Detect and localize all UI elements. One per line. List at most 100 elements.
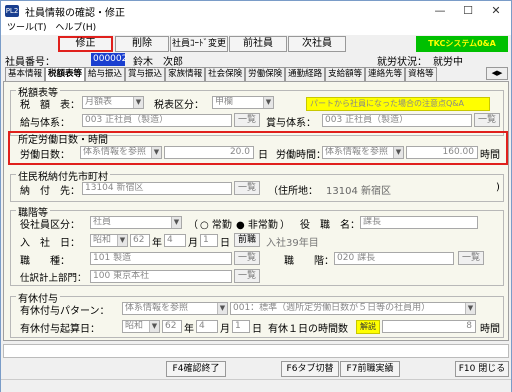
menu-help[interactable]: ヘルプ(H) (55, 21, 96, 35)
change-code-button[interactable]: 社員ｺｰﾄﾞ変更 (170, 36, 228, 52)
modify-button[interactable]: 修正 (58, 36, 113, 52)
tab-7[interactable]: 通勤経路 (285, 67, 326, 81)
previous-job-button[interactable]: 前職 (234, 233, 260, 247)
employment-paren-close: ） (280, 220, 290, 231)
department-field[interactable]: 100 東京本社 (90, 270, 232, 283)
join-month-unit: 月 (188, 238, 198, 249)
tab-2[interactable]: 給与振込 (85, 67, 126, 81)
f6-tab-switch-button[interactable]: F6タブ切替 (281, 361, 339, 377)
join-years-note: 入社39年目 (266, 238, 319, 249)
full-time-radio[interactable]: ○ 常勤 (200, 216, 232, 231)
join-year-field[interactable]: 62 (130, 234, 150, 247)
job-type-list-button[interactable]: 一覧 (234, 251, 260, 265)
brand-logo: TKCシステム0&A (416, 36, 508, 52)
salary-system-label: 給与体系： (20, 118, 70, 129)
join-day-field[interactable]: 1 (200, 234, 218, 247)
leave-hours-field[interactable]: 8 (382, 320, 476, 333)
bonus-system-field[interactable]: 003 正社員（製造） (322, 114, 472, 127)
resident-tax-title: 住民税納付先市町村 (16, 168, 110, 183)
tab-1[interactable]: 税額表等 (45, 67, 86, 81)
employee-number: 000002 (91, 53, 128, 66)
tab-scroll-arrows[interactable]: ◀▶ (486, 67, 508, 80)
join-date-label: 入 社 日： (20, 238, 80, 249)
tax-class-label: 税表区分： (154, 100, 204, 111)
leave-hours-label: 有休１日の時間数 (268, 324, 348, 335)
menu-bar: ツール(T) ヘルプ(H) (1, 21, 511, 35)
payee-label: 納 付 先： (20, 186, 80, 197)
rank-label: 職 階： (284, 256, 334, 267)
payee-field[interactable]: 13104 新宿区 (82, 182, 232, 195)
leave-year-unit: 年 (184, 324, 194, 335)
position-title-label: 役 職 名： (300, 220, 360, 231)
work-days-label: 労働日数： (20, 150, 70, 161)
tab-6[interactable]: 労働保険 (245, 67, 286, 81)
leave-month-unit: 月 (220, 324, 230, 335)
work-hours-source-select[interactable]: 体系情報を参照 ▼ (322, 146, 404, 159)
work-days-source-select[interactable]: 体系情報を参照 ▼ (80, 146, 162, 159)
f7-previous-job-button[interactable]: F7前職実績 (340, 361, 400, 377)
position-title-field[interactable]: 課長 (360, 216, 478, 229)
tab-9[interactable]: 連絡先等 (365, 67, 406, 81)
app-icon: PL2 (5, 5, 19, 17)
join-era-select[interactable]: 昭和 ▼ (90, 234, 128, 247)
part-to-employee-note-link[interactable]: パートから社員になった場合の注意点Q&A (306, 97, 490, 111)
tab-8[interactable]: 支給額等 (325, 67, 366, 81)
work-hours-unit: 時間 (480, 150, 500, 161)
minimize-button[interactable]: — (426, 1, 454, 21)
job-type-field[interactable]: 101 製造 (90, 252, 232, 265)
tab-panel: 税額表等 税 額 表： 月額表 ▼ 税表区分： 甲欄 ▼ パートから社員になった場合… (3, 81, 509, 341)
tax-table-select[interactable]: 月額表 ▼ (82, 96, 144, 109)
employment-paren-open: （ (188, 220, 198, 231)
address-close-paren: ) (496, 182, 500, 193)
tab-3[interactable]: 賞与振込 (125, 67, 166, 81)
explain-button[interactable]: 解説 (356, 320, 380, 334)
tab-0[interactable]: 基本情報 (5, 67, 46, 81)
bottom-bar (1, 379, 511, 392)
leave-pattern-label: 有休付与パターン： (20, 306, 110, 317)
menu-tool[interactable]: ツール(T) (7, 21, 47, 35)
officer-class-label: 役社員区分： (20, 220, 80, 231)
rank-list-button[interactable]: 一覧 (458, 251, 484, 265)
tab-10[interactable]: 資格等 (405, 67, 437, 81)
job-type-label: 職 種： (20, 256, 70, 267)
leave-year-field[interactable]: 62 (162, 320, 182, 333)
tab-strip: 基本情報 税額表等 給与振込 賞与振込 家族情報 社会保険 労働保険 通勤経路 支給額等 連絡先等… (5, 67, 437, 81)
prev-employee-button[interactable]: 前社員 (229, 36, 287, 52)
window-title: 社員情報の確認・修正 (25, 7, 125, 19)
salary-list-button[interactable]: 一覧 (234, 113, 260, 127)
join-year-unit: 年 (152, 238, 162, 249)
join-day-unit: 日 (220, 238, 230, 249)
next-employee-button[interactable]: 次社員 (288, 36, 346, 52)
close-window-button[interactable]: ✕ (482, 1, 510, 21)
tax-class-select[interactable]: 甲欄 ▼ (212, 96, 274, 109)
leave-pattern-select[interactable]: 001：標準（週所定労働日数が５日等の社員用） ▼ (230, 302, 476, 315)
leave-day-field[interactable]: 1 (232, 320, 250, 333)
maximize-button[interactable]: ☐ (454, 1, 482, 21)
salary-system-field[interactable]: 003 正社員（製造） (82, 114, 232, 127)
bonus-list-button[interactable]: 一覧 (474, 113, 500, 127)
bonus-system-label: 賞与体系： (266, 118, 316, 129)
officer-class-select[interactable]: 社員 ▼ (90, 216, 182, 229)
app-window: PL2 社員情報の確認・修正 — ☐ ✕ ツール(T) ヘルプ(H) 修正 削除… (0, 0, 512, 392)
status-line (3, 344, 509, 358)
tab-4[interactable]: 家族情報 (165, 67, 206, 81)
f4-confirm-exit-button[interactable]: F4確認終了 (166, 361, 226, 377)
work-hours-title: 所定労働日数・時間 (18, 135, 108, 146)
delete-button[interactable]: 削除 (115, 36, 169, 52)
leave-pattern-source-select[interactable]: 体系情報を参照 ▼ (122, 302, 228, 315)
f10-close-button[interactable]: F10 閉じる (455, 361, 509, 377)
join-month-field[interactable]: 4 (164, 234, 186, 247)
work-status-value: 就労中 (433, 57, 463, 68)
tax-table-label: 税 額 表： (20, 100, 80, 111)
tab-5[interactable]: 社会保険 (205, 67, 246, 81)
rank-field[interactable]: 020 課長 (334, 252, 454, 265)
payee-list-button[interactable]: 一覧 (234, 181, 260, 195)
work-hours-field[interactable]: 160.00 (406, 146, 478, 159)
department-label: 仕訳計上部門： (20, 273, 87, 284)
part-time-radio[interactable]: ● 非常勤 (236, 216, 278, 231)
leave-era-select[interactable]: 昭和 ▼ (122, 320, 160, 333)
leave-month-field[interactable]: 4 (196, 320, 218, 333)
employee-name: 鈴木 次郎 (133, 57, 183, 68)
work-days-field[interactable]: 20.0 (164, 146, 254, 159)
department-list-button[interactable]: 一覧 (234, 269, 260, 283)
